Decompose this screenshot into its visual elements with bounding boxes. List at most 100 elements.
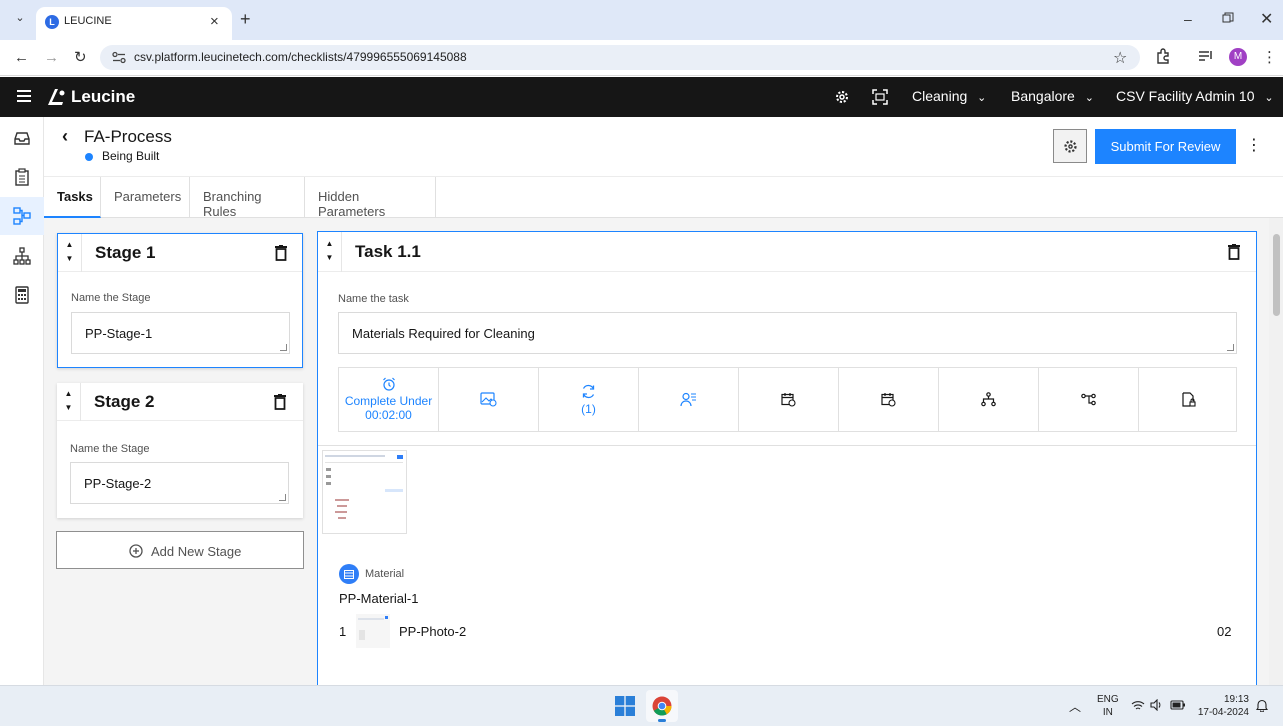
wifi-icon[interactable] <box>1131 700 1145 711</box>
tab-hidden-parameters[interactable]: Hidden Parameters <box>305 177 436 219</box>
media-thumbnail[interactable] <box>322 450 407 534</box>
media-button[interactable] <box>439 368 539 431</box>
facility-dropdown[interactable]: Bangalore ⌄ <box>1011 88 1094 104</box>
task-name-input[interactable]: Materials Required for Cleaning <box>338 312 1237 354</box>
restore-icon[interactable] <box>1222 12 1234 24</box>
chevron-down-icon: ⌄ <box>1084 92 1094 104</box>
stage-card-1[interactable]: ▲ ▼ Stage 1 Name the Stage PP-Stage-1 <box>57 233 303 368</box>
interlock-button[interactable] <box>1039 368 1139 431</box>
stage-header: ▲ ▼ Stage 1 <box>58 234 302 272</box>
delete-icon[interactable] <box>274 394 286 410</box>
due-date-button[interactable] <box>839 368 939 431</box>
inbox-icon <box>14 132 30 145</box>
volume-icon[interactable] <box>1150 699 1163 711</box>
tab-parameters[interactable]: Parameters <box>101 177 190 218</box>
scan-icon[interactable] <box>872 89 888 105</box>
use-case-dropdown[interactable]: Cleaning ⌄ <box>912 88 986 104</box>
timer-button[interactable]: Complete Under 00:02:00 <box>339 368 439 431</box>
user-dropdown[interactable]: CSV Facility Admin 10 ⌄ <box>1116 88 1274 104</box>
reorder-handle[interactable]: ▲ ▼ <box>318 232 342 272</box>
app-header: Leucine Cleaning ⌄ Bangalore ⌄ CSV Facil… <box>0 77 1283 117</box>
settings-gear-icon[interactable] <box>834 89 850 105</box>
windows-start-icon[interactable] <box>615 696 635 716</box>
process-settings-button[interactable] <box>1053 129 1087 163</box>
browser-tab-strip: ⌄ L LEUCINE × + – ✕ <box>0 0 1283 40</box>
schedule-button[interactable] <box>739 368 839 431</box>
stage-card-2[interactable]: ▲ ▼ Stage 2 Name the Stage PP-Stage-2 <box>57 383 303 518</box>
tab-title: LEUCINE <box>64 15 112 27</box>
assignees-button[interactable] <box>639 368 739 431</box>
profile-avatar[interactable]: M <box>1229 48 1247 66</box>
reading-list-icon[interactable] <box>1198 49 1214 63</box>
material-photo-thumbnail[interactable] <box>356 614 390 648</box>
url-text: csv.platform.leucinetech.com/checklists/… <box>134 50 467 64</box>
clock-time: 19:13 <box>1223 694 1249 705</box>
clock[interactable]: 19:13 17-04-2024 <box>1197 693 1249 719</box>
chevron-down-icon: ⌄ <box>1264 92 1274 104</box>
tab-search-chevron-icon[interactable]: ⌄ <box>12 11 28 24</box>
nav-process-builder[interactable] <box>0 197 44 235</box>
back-chevron-icon[interactable]: ‹ <box>62 126 68 147</box>
nav-inbox[interactable] <box>0 119 44 157</box>
hamburger-menu-icon[interactable] <box>17 90 31 102</box>
stage-name-input[interactable]: PP-Stage-1 <box>71 312 290 354</box>
file-lock-icon <box>1182 392 1196 407</box>
extensions-icon[interactable] <box>1155 48 1171 64</box>
new-tab-icon[interactable]: + <box>240 9 251 30</box>
stage-name-label: Name the Stage <box>71 292 151 304</box>
calendar-icon <box>881 393 896 407</box>
left-nav-rail <box>0 117 44 685</box>
material-quantity: 02 <box>1217 624 1232 639</box>
browser-menu-icon[interactable]: ⋮ <box>1262 48 1277 66</box>
scrollbar-thumb[interactable] <box>1273 234 1280 316</box>
clipboard-list-icon <box>15 168 29 186</box>
battery-icon[interactable] <box>1170 700 1186 710</box>
refresh-icon <box>582 384 595 398</box>
tab-tasks[interactable]: Tasks <box>44 177 101 218</box>
forward-icon[interactable]: → <box>44 49 59 66</box>
nav-reports[interactable] <box>0 276 44 314</box>
stage-header: ▲ ▼ Stage 2 <box>57 383 303 421</box>
branching-button[interactable] <box>939 368 1039 431</box>
lock-button[interactable] <box>1139 368 1238 431</box>
brand-name: Leucine <box>71 87 136 106</box>
more-options-icon[interactable]: ⋮ <box>1243 131 1265 161</box>
minimize-icon[interactable]: – <box>1184 11 1192 27</box>
resize-handle-icon[interactable] <box>280 344 287 351</box>
material-row: 1 PP-Photo-2 02 <box>318 612 1256 652</box>
reorder-handle[interactable]: ▲ ▼ <box>58 234 82 272</box>
page-header: ‹ FA-Process Being Built Submit For Revi… <box>44 117 1283 177</box>
site-info-icon[interactable] <box>112 51 126 64</box>
reload-icon[interactable]: ↻ <box>74 48 87 66</box>
add-new-stage-button[interactable]: Add New Stage <box>56 531 304 569</box>
address-bar[interactable]: csv.platform.leucinetech.com/checklists/… <box>100 45 1140 70</box>
recurrence-button[interactable]: (1) <box>539 368 639 431</box>
nav-ontology[interactable] <box>0 237 44 275</box>
browser-toolbar: ← → ↻ csv.platform.leucinetech.com/check… <box>0 40 1283 76</box>
tab-branching-rules[interactable]: Branching Rules <box>190 177 305 219</box>
close-window-icon[interactable]: ✕ <box>1260 9 1273 29</box>
region-code: IN <box>1102 707 1113 718</box>
delete-icon[interactable] <box>275 245 287 261</box>
browser-tab[interactable]: L LEUCINE × <box>36 7 232 40</box>
recurrence-count: (1) <box>581 401 596 416</box>
chrome-taskbar-button[interactable] <box>646 690 678 722</box>
language-code: ENG <box>1097 694 1119 705</box>
bookmark-star-icon[interactable]: ☆ <box>1113 48 1127 68</box>
stage-name-input[interactable]: PP-Stage-2 <box>70 462 289 504</box>
tab-close-icon[interactable]: × <box>210 13 219 30</box>
reorder-handle[interactable]: ▲ ▼ <box>57 383 81 421</box>
language-indicator[interactable]: ENG IN <box>1097 693 1119 719</box>
nav-checklists[interactable] <box>0 158 44 196</box>
leucine-favicon-icon: L <box>45 15 59 29</box>
timer-label: Complete Under <box>344 394 433 408</box>
notification-bell-icon[interactable] <box>1256 699 1268 712</box>
tray-overflow-chevron-icon[interactable]: ︿ <box>1069 698 1081 715</box>
resize-handle-icon[interactable] <box>1227 344 1234 351</box>
delete-icon[interactable] <box>1228 244 1240 260</box>
back-icon[interactable]: ← <box>14 49 29 66</box>
timer-value: 00:02:00 <box>365 408 412 422</box>
task-name-label: Name the task <box>338 293 409 305</box>
resize-handle-icon[interactable] <box>279 494 286 501</box>
submit-for-review-button[interactable]: Submit For Review <box>1095 129 1236 164</box>
